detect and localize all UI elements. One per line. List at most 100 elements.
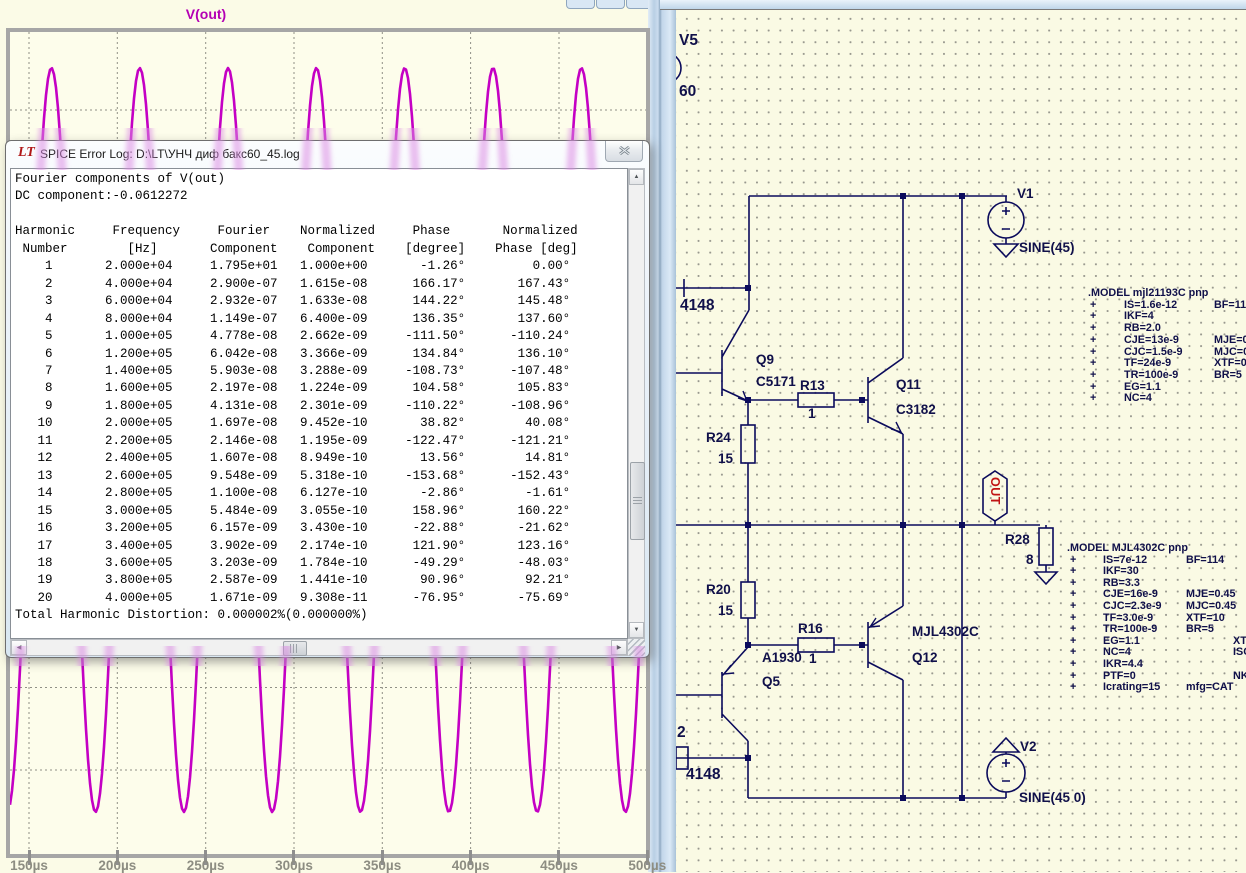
model-param: BF=115 [1214, 298, 1246, 311]
model-param: CJC=2.3e-9 [1103, 600, 1162, 612]
model-param: TF=3.0e-9 [1103, 611, 1154, 624]
vertical-scrollbar[interactable]: ▲ ▼ [628, 168, 645, 639]
model-param: NC=4 [1124, 392, 1152, 405]
model-param: EG=1.1 [1103, 634, 1140, 647]
label-mjl4302c[interactable]: MJL4302C [912, 624, 979, 639]
close-button[interactable] [605, 141, 643, 162]
label-r20[interactable]: R20 [706, 582, 731, 597]
model-param: MJC=0.45 [1214, 345, 1246, 358]
model-param: IKF=30 [1103, 565, 1139, 578]
label-diode-4148-bottom[interactable]: 4148 [686, 766, 720, 784]
horizontal-scrollbar[interactable]: ◀ ▶ [10, 639, 628, 656]
label-cut-2[interactable]: 2 [677, 724, 686, 742]
x-axis-label: 300µs [275, 858, 313, 873]
window-divider [648, 0, 676, 872]
resize-grip[interactable] [628, 639, 645, 656]
model-continuation-plus: + [1070, 681, 1077, 694]
model-continuation-plus: + [1070, 588, 1077, 601]
model-param: IKR=4.4 [1103, 658, 1143, 670]
x-axis-label: 350µs [363, 858, 402, 873]
label-r16[interactable]: R16 [798, 621, 823, 636]
spice-error-log-dialog: LT SPICE Error Log: D:\LT\УНЧ диф бакс60… [5, 140, 650, 658]
model-param: PTF=0 [1103, 669, 1136, 682]
scroll-left-button[interactable]: ◀ [11, 640, 27, 655]
label-r28-value[interactable]: 8 [1026, 552, 1034, 567]
model-continuation-plus: + [1070, 553, 1077, 566]
model-continuation-plus: + [1090, 368, 1097, 381]
model-mjl4302c-header[interactable]: .MODEL MJL4302C pnp [1067, 542, 1188, 554]
schematic-window-frame-top [660, 0, 1246, 10]
model-param: MJE=0.45 [1186, 588, 1236, 601]
model-param: NC=4 [1103, 646, 1131, 659]
label-v2[interactable]: V2 [1020, 739, 1037, 754]
x-axis-label: 200µs [98, 858, 137, 873]
trace-legend-vout[interactable]: V(out) [158, 6, 254, 22]
model-continuation-plus: + [1070, 646, 1077, 659]
model-continuation-plus: + [1070, 600, 1077, 612]
close-icon [618, 146, 630, 156]
label-r24[interactable]: R24 [706, 430, 731, 445]
model-param: RB=2.0 [1124, 322, 1161, 335]
label-v5[interactable]: V5 [679, 32, 698, 50]
label-v5-value[interactable]: 60 [679, 83, 696, 101]
window-minimize-button[interactable] [566, 0, 595, 9]
label-v2-sine[interactable]: SINE(45 0) [1019, 790, 1086, 805]
model-continuation-plus: + [1090, 310, 1097, 323]
scroll-down-button[interactable]: ▼ [629, 622, 644, 638]
label-r24-value[interactable]: 15 [718, 451, 733, 466]
label-r13-value[interactable]: 1 [808, 406, 816, 421]
model-param: XTF=0.4 [1214, 357, 1246, 370]
vscroll-thumb[interactable] [630, 462, 645, 540]
x-axis-label: 450µs [540, 858, 578, 873]
log-text: Fourier components of V(out) DC componen… [10, 168, 628, 639]
x-axis-label: 250µs [186, 858, 225, 873]
ltspice-logo-icon: LT [18, 145, 35, 160]
label-q9[interactable]: Q9 [756, 352, 774, 367]
label-q9-type[interactable]: C5171 [756, 374, 796, 389]
label-r20-value[interactable]: 15 [718, 603, 733, 618]
model-continuation-plus: + [1090, 298, 1097, 311]
model-param: MJE=0.45 [1214, 333, 1246, 346]
label-diode-4148-top[interactable]: 4148 [680, 297, 714, 315]
model-continuation-plus: + [1090, 392, 1097, 405]
model-param: TF=24e-9 [1124, 357, 1172, 370]
model-continuation-plus: + [1070, 669, 1077, 682]
label-v1[interactable]: V1 [1017, 186, 1034, 201]
model-param: RB=3.3 [1103, 576, 1140, 589]
model-mjl21193c-header[interactable]: .MODEL mjl21193C pnp [1088, 287, 1208, 299]
model-param: TR=100e-9 [1103, 623, 1158, 636]
out-port-label[interactable]: OUT [988, 471, 1002, 511]
label-v1-sine[interactable]: SINE(45) [1019, 240, 1075, 255]
label-q5[interactable]: Q5 [762, 674, 780, 689]
model-continuation-plus: + [1070, 611, 1077, 624]
model-continuation-plus: + [1070, 658, 1077, 670]
schematic-labels: V5 60 V1 SINE(45) 4148 Q9 C5171 R13 1 Q11 C3182 R24… [676, 10, 1246, 872]
scroll-up-button[interactable]: ▲ [629, 169, 644, 185]
x-axis-label: 400µs [451, 858, 490, 873]
window-restore-button[interactable] [596, 0, 625, 9]
model-continuation-plus: + [1090, 357, 1097, 370]
model-continuation-plus: + [1070, 623, 1077, 636]
model-param: IS=1.6e-12 [1124, 298, 1178, 311]
label-r16-value[interactable]: 1 [809, 651, 817, 666]
model-param: CJE=13e-9 [1124, 333, 1179, 346]
label-r13[interactable]: R13 [800, 378, 825, 393]
model-continuation-plus: + [1090, 380, 1097, 393]
label-a1930[interactable]: A1930 [762, 650, 802, 665]
schematic-canvas[interactable]: V5 60 V1 SINE(45) 4148 Q9 C5171 R13 1 Q11 C3182 R24… [676, 10, 1246, 872]
dialog-title: SPICE Error Log: D:\LT\УНЧ диф бакс60_45… [40, 147, 300, 161]
model-param: BR=5 [1214, 368, 1242, 381]
model-param: TR=100e-9 [1124, 368, 1179, 381]
model-param: XTF=10 [1186, 611, 1225, 624]
label-q12[interactable]: Q12 [912, 650, 938, 665]
label-q11[interactable]: Q11 [896, 377, 921, 392]
model-continuation-plus: + [1070, 634, 1077, 647]
model-param: CJC=1.5e-9 [1124, 345, 1183, 358]
model-param: mfg=CAT [1186, 681, 1234, 694]
model-param: BF=114 [1186, 553, 1225, 566]
scroll-right-button[interactable]: ▶ [611, 640, 627, 655]
model-param: Icrating=15 [1103, 681, 1161, 694]
label-r28[interactable]: R28 [1005, 532, 1030, 547]
label-q11-type[interactable]: C3182 [896, 402, 936, 417]
hscroll-thumb[interactable] [283, 641, 307, 656]
